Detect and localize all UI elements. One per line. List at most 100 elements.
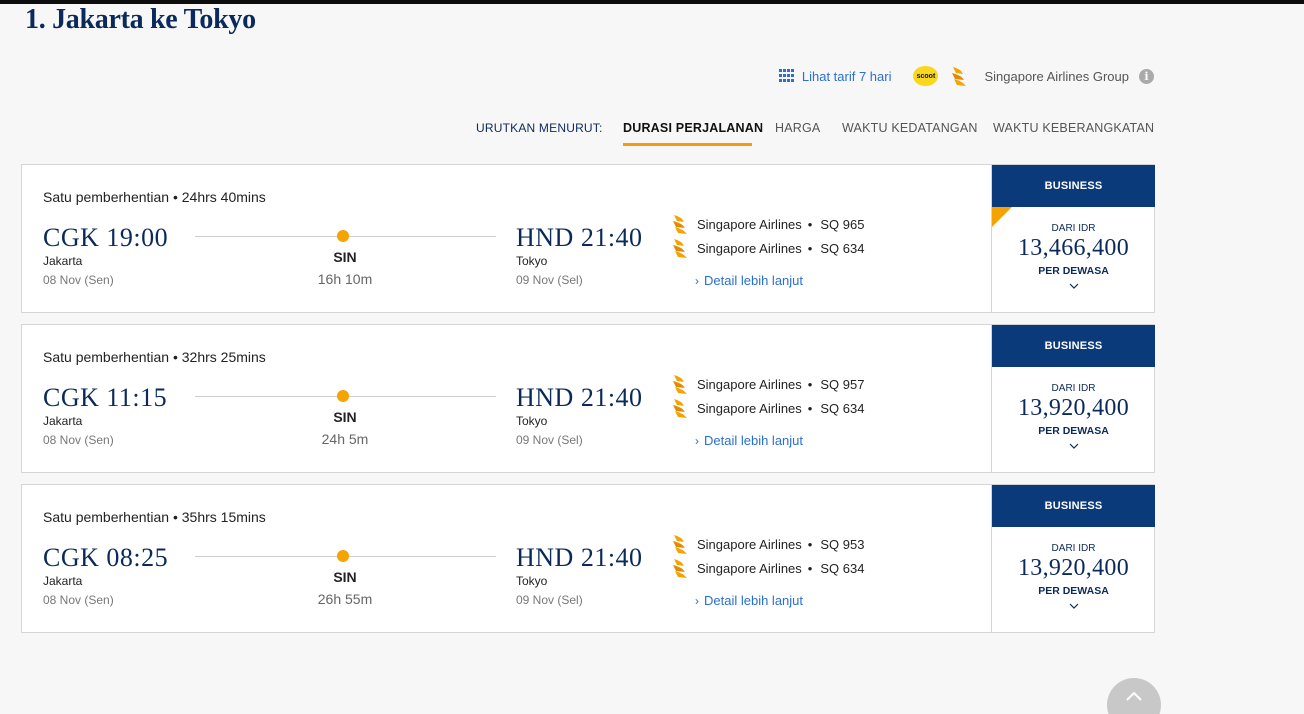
stops-summary: Satu pemberhentian • 35hrs 15mins	[43, 509, 266, 525]
flight-segment: Singapore Airlines • SQ 953	[671, 533, 864, 555]
singapore-airlines-bird-icon	[673, 535, 687, 554]
fare-from-label: DARI IDR	[1051, 543, 1096, 554]
singapore-airlines-bird-icon	[952, 67, 967, 86]
sort-option-departure-time[interactable]: WAKTU KEBERANGKATAN	[993, 121, 1154, 135]
flight-card: Satu pemberhentian • 32hrs 25mins CGK 11…	[21, 324, 1155, 473]
airline-name: Singapore Airlines	[697, 560, 802, 576]
details-link[interactable]: › Detail lebih lanjut	[695, 273, 803, 288]
fare-class: BUSINESS	[992, 165, 1155, 207]
departure-time: CGK 19:00	[43, 223, 169, 252]
scoot-logo: scoot	[913, 66, 939, 86]
fare-from-label: DARI IDR	[1051, 223, 1096, 234]
fare-box-business[interactable]: BUSINESS DARI IDR 13,466,400 PER DEWASA	[991, 165, 1155, 312]
fare-price: 13,466,400	[1018, 235, 1129, 261]
singapore-airlines-bird-icon	[673, 239, 687, 258]
airline-name: Singapore Airlines	[697, 376, 802, 392]
sort-option-price[interactable]: HARGA	[775, 121, 820, 135]
flight-number: SQ 965	[820, 216, 865, 232]
singapore-airlines-bird-icon	[673, 375, 687, 394]
fare-price: 13,920,400	[1018, 555, 1129, 581]
view-7days-link[interactable]: Lihat tarif 7 hari	[778, 68, 892, 84]
arrival-date: 09 Nov (Sel)	[516, 593, 583, 607]
flight-segment: Singapore Airlines • SQ 634	[671, 557, 864, 579]
fare-box-business[interactable]: BUSINESS DARI IDR 13,920,400 PER DEWASA	[991, 485, 1155, 632]
stopover-code: SIN	[333, 249, 357, 265]
arrival-time: HND 21:40	[516, 223, 643, 252]
sort-option-duration[interactable]: DURASI PERJALANAN	[623, 121, 763, 135]
arrival-city: Tokyo	[516, 414, 548, 428]
separator: •	[807, 376, 813, 392]
details-link-label: Detail lebih lanjut	[704, 593, 804, 608]
flight-number: SQ 957	[820, 376, 865, 392]
flight-number: SQ 634	[820, 240, 865, 256]
stopover-code: SIN	[333, 409, 357, 425]
airline-group-label: Singapore Airlines Group	[984, 68, 1129, 84]
details-link-label: Detail lebih lanjut	[704, 433, 804, 448]
departure-city: Jakarta	[43, 574, 83, 588]
details-link[interactable]: › Detail lebih lanjut	[695, 433, 803, 448]
departure-date: 08 Nov (Sen)	[43, 273, 114, 287]
stopover-dot	[337, 230, 349, 242]
flight-duration: 16h 10m	[317, 271, 373, 287]
sort-label: URUTKAN MENURUT:	[476, 121, 603, 135]
singapore-airlines-bird-icon	[673, 399, 687, 418]
arrival-time: HND 21:40	[516, 383, 643, 412]
departure-date: 08 Nov (Sen)	[43, 433, 114, 447]
departure-time: CGK 11:15	[43, 383, 168, 412]
stops-summary: Satu pemberhentian • 24hrs 40mins	[43, 189, 266, 205]
separator: •	[807, 240, 813, 256]
info-icon[interactable]: i	[1139, 68, 1154, 84]
chevron-down-icon[interactable]	[992, 603, 1155, 609]
flight-segment: Singapore Airlines • SQ 634	[671, 397, 864, 419]
separator: •	[807, 536, 813, 552]
fare-per-label: PER DEWASA	[1038, 585, 1109, 597]
airline-name: Singapore Airlines	[697, 536, 802, 552]
stopover-dot	[337, 390, 349, 402]
flight-number: SQ 634	[820, 400, 865, 416]
view-7days-label: Lihat tarif 7 hari	[801, 68, 892, 84]
singapore-airlines-bird-icon	[673, 215, 687, 234]
sort-active-underline	[623, 143, 752, 146]
arrival-city: Tokyo	[516, 254, 548, 268]
arrival-time: HND 21:40	[516, 543, 643, 572]
back-to-top-button[interactable]	[1107, 678, 1161, 714]
arrival-city: Tokyo	[516, 574, 548, 588]
page-title: 1. Jakarta ke Tokyo	[25, 4, 256, 35]
flight-number: SQ 953	[820, 536, 865, 552]
sort-option-arrival-time[interactable]: WAKTU KEDATANGAN	[842, 121, 978, 135]
departure-city: Jakarta	[43, 414, 83, 428]
flight-segment: Singapore Airlines • SQ 957	[671, 373, 864, 395]
departure-city: Jakarta	[43, 254, 83, 268]
calendar-icon	[778, 69, 794, 83]
fare-box-business[interactable]: BUSINESS DARI IDR 13,920,400 PER DEWASA	[991, 325, 1155, 472]
separator: •	[807, 560, 813, 576]
flight-duration: 24h 5m	[321, 431, 369, 447]
details-link-label: Detail lebih lanjut	[704, 273, 804, 288]
fare-per-label: PER DEWASA	[1038, 425, 1109, 437]
flight-segment: Singapore Airlines • SQ 965	[671, 213, 864, 235]
chevron-right-icon: ›	[695, 434, 699, 448]
airline-name: Singapore Airlines	[697, 216, 802, 232]
chevron-down-icon[interactable]	[992, 283, 1155, 289]
flight-card: Satu pemberhentian • 24hrs 40mins CGK 19…	[21, 164, 1155, 313]
fare-per-label: PER DEWASA	[1038, 265, 1109, 277]
stops-summary: Satu pemberhentian • 32hrs 25mins	[43, 349, 266, 365]
toolbar: Lihat tarif 7 hari scoot Singapore Airli…	[778, 64, 1154, 88]
flight-segment: Singapore Airlines • SQ 634	[671, 237, 864, 259]
airline-name: Singapore Airlines	[697, 240, 802, 256]
fare-price: 13,920,400	[1018, 395, 1129, 421]
fare-class: BUSINESS	[992, 485, 1155, 527]
details-link[interactable]: › Detail lebih lanjut	[695, 593, 803, 608]
chevron-up-icon	[1126, 692, 1142, 701]
chevron-right-icon: ›	[695, 594, 699, 608]
arrival-date: 09 Nov (Sel)	[516, 273, 583, 287]
fare-class: BUSINESS	[992, 325, 1155, 367]
chevron-down-icon[interactable]	[992, 443, 1155, 449]
sort-bar: URUTKAN MENURUT: DURASI PERJALANAN HARGA…	[0, 118, 1304, 148]
departure-date: 08 Nov (Sen)	[43, 593, 114, 607]
separator: •	[807, 216, 813, 232]
arrival-date: 09 Nov (Sel)	[516, 433, 583, 447]
chevron-right-icon: ›	[695, 274, 699, 288]
separator: •	[807, 400, 813, 416]
airline-name: Singapore Airlines	[697, 400, 802, 416]
